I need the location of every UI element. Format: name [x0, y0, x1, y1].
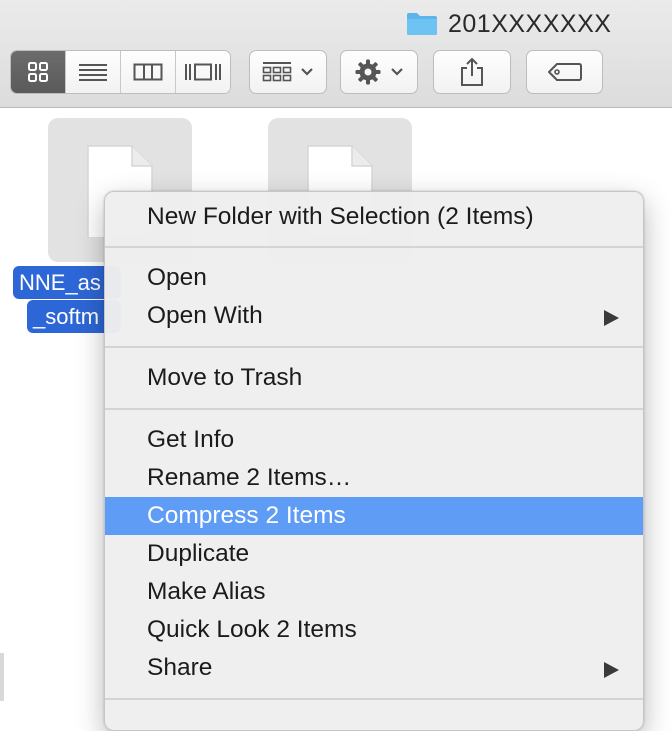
menu-item-compress[interactable]: Compress 2 Items — [105, 497, 643, 535]
menu-item-new-folder-with-selection[interactable]: New Folder with Selection (2 Items) — [105, 198, 643, 236]
window-title: 201XXXXXXX — [406, 8, 611, 40]
gallery-view-button[interactable] — [176, 51, 230, 93]
tags-button[interactable] — [526, 50, 603, 94]
submenu-arrow-icon — [604, 310, 619, 326]
menu-item-duplicate[interactable]: Duplicate — [105, 535, 643, 573]
menu-item-quick-look[interactable]: Quick Look 2 Items — [105, 611, 643, 649]
sidebar-edge — [0, 653, 4, 701]
tag-icon — [547, 63, 582, 81]
arrange-icon — [262, 62, 292, 82]
action-button[interactable] — [340, 50, 418, 94]
menu-separator — [105, 408, 643, 410]
chevron-down-icon — [301, 68, 313, 76]
context-menu: New Folder with Selection (2 Items) Open… — [104, 191, 644, 731]
column-view-button[interactable] — [121, 51, 176, 93]
menu-item-share[interactable]: Share — [105, 649, 643, 687]
menu-item-open-with-label: Open With — [147, 302, 263, 329]
menu-item-rename[interactable]: Rename 2 Items… — [105, 459, 643, 497]
menu-separator — [105, 246, 643, 248]
window-title-text: 201XXXXXXX — [448, 9, 612, 38]
menu-separator — [105, 698, 643, 700]
gear-icon — [355, 59, 381, 85]
share-icon — [461, 57, 483, 86]
menu-item-open[interactable]: Open — [105, 259, 643, 297]
submenu-arrow-icon — [604, 662, 619, 678]
grid-icon — [28, 62, 48, 82]
menu-item-get-info[interactable]: Get Info — [105, 421, 643, 459]
arrange-button[interactable] — [249, 50, 327, 94]
menu-item-share-label: Share — [147, 654, 213, 681]
view-mode-segmented-control — [10, 50, 231, 94]
menu-item-make-alias[interactable]: Make Alias — [105, 573, 643, 611]
icon-view-button[interactable] — [11, 51, 66, 93]
gallery-icon — [185, 63, 221, 81]
share-button[interactable] — [433, 50, 511, 94]
finder-toolbar: 201XXXXXXX — [0, 0, 672, 108]
folder-icon — [407, 13, 437, 35]
columns-icon — [133, 63, 163, 81]
chevron-down-icon — [391, 68, 403, 76]
list-view-button[interactable] — [66, 51, 121, 93]
menu-item-open-with[interactable]: Open With — [105, 297, 643, 335]
menu-separator — [105, 346, 643, 348]
list-icon — [79, 64, 107, 81]
menu-item-move-to-trash[interactable]: Move to Trash — [105, 359, 643, 397]
